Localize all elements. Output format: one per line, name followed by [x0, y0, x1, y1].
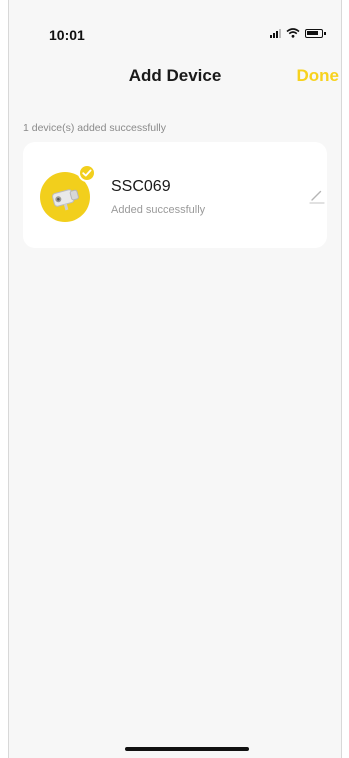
nav-bar: Add Device Done [9, 62, 341, 92]
device-card[interactable]: SSC069 Added successfully [23, 142, 327, 248]
status-bar: 10:01 [9, 0, 341, 50]
edit-device-name-button[interactable] [307, 186, 327, 206]
done-button[interactable]: Done [297, 66, 340, 86]
added-count-caption: 1 device(s) added successfully [23, 122, 166, 134]
device-status: Added successfully [111, 204, 206, 216]
device-name: SSC069 [111, 178, 171, 195]
signal-icon [270, 28, 281, 38]
status-time: 10:01 [49, 27, 85, 43]
battery-icon [305, 29, 326, 38]
wifi-icon [286, 28, 300, 38]
page-title: Add Device [128, 66, 222, 85]
status-icons [270, 28, 326, 38]
frame-left [0, 0, 8, 758]
frame-right [342, 0, 349, 758]
pencil-icon [309, 190, 325, 204]
checkmark-icon [82, 169, 92, 177]
phone-frame: 10:01 Add Device Done 1 device(s) added … [0, 0, 349, 758]
success-check-badge [78, 164, 96, 182]
home-indicator[interactable] [125, 747, 249, 751]
screen: 10:01 Add Device Done 1 device(s) added … [8, 0, 342, 758]
